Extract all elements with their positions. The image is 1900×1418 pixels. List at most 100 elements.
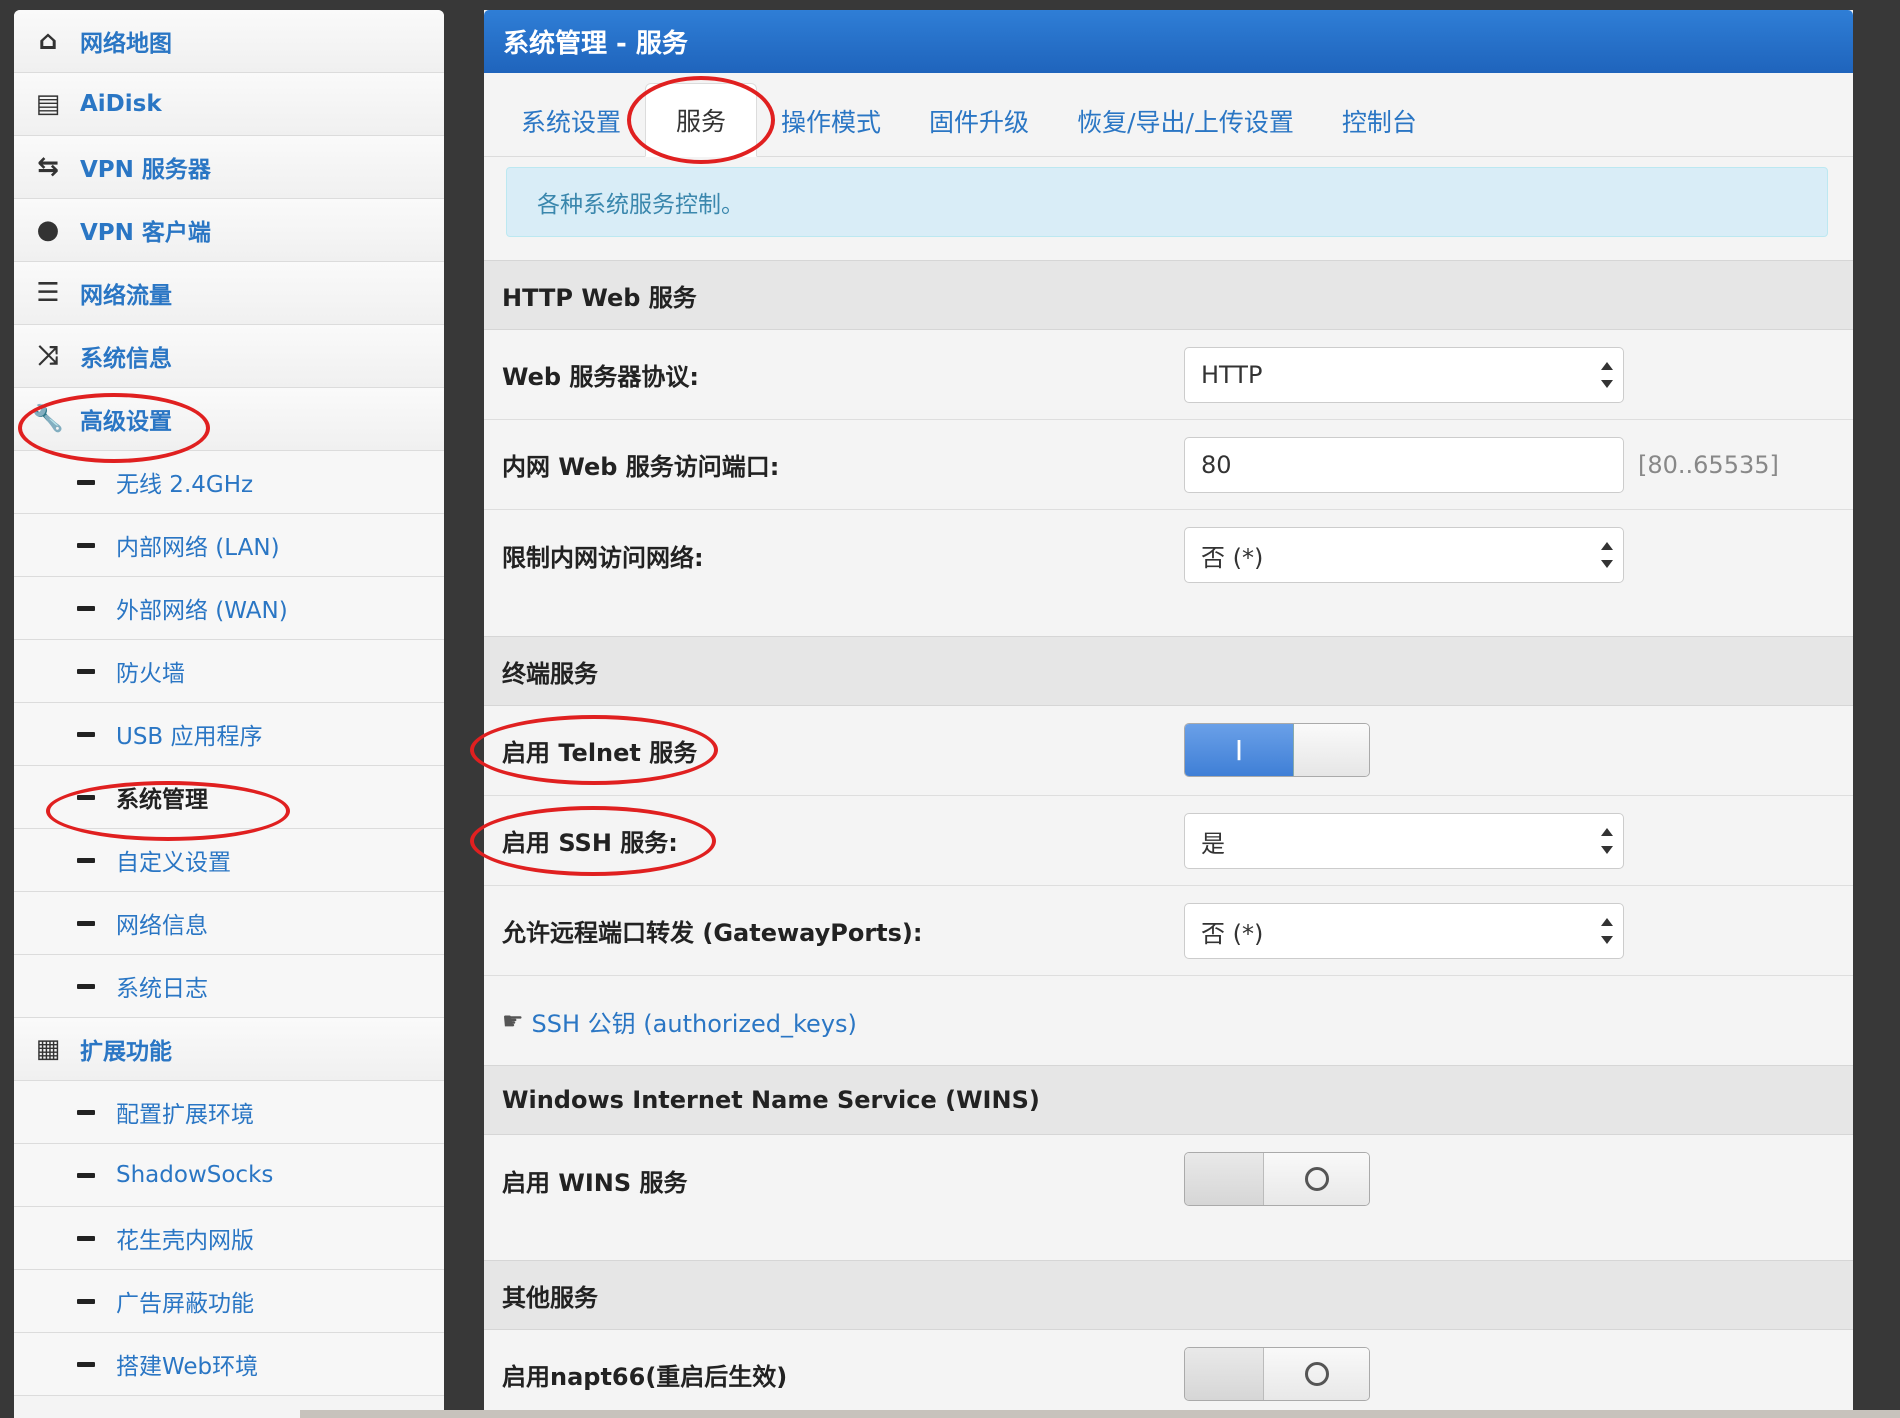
nav-item-8[interactable]: 内部网络 (LAN) [14,514,444,577]
nav-item-20[interactable]: 广告屏蔽功能 [14,1270,444,1333]
gateway-ports-select[interactable]: 否 (*) [1184,903,1624,959]
tab-4[interactable]: 恢复/导出/上传设置 [1053,86,1318,156]
nav-item-label: 防火墙 [116,661,185,687]
napt66-toggle[interactable] [1184,1347,1370,1401]
tab-1[interactable]: 服务 [645,83,758,157]
web-protocol-select[interactable]: HTTP [1184,347,1624,403]
nav-item-3[interactable]: ● VPN 客户端 [14,199,444,262]
napt66-label: 启用napt66(重启后生效) [502,1363,788,1391]
nav-item-14[interactable]: 网络信息 [14,892,444,955]
row-ssh-keys: ☛ SSH 公钥 (authorized_keys) [484,976,1853,1066]
row-ssh: 启用 SSH 服务: 是 [484,796,1853,886]
web-port-input[interactable]: 80 [1184,437,1624,493]
nav-item-label: 内部网络 (LAN) [116,535,280,561]
wrench-icon: 🔧 [31,404,65,434]
info-banner: 各种系统服务控制。 [506,167,1828,237]
dash-icon [77,920,95,926]
shuffle-icon: ⤨ [37,340,59,371]
tab-2[interactable]: 操作模式 [757,86,905,156]
nav-item-label: 系统信息 [80,346,172,372]
wins-label: 启用 WINS 服务 [502,1168,688,1197]
nav-item-9[interactable]: 外部网络 (WAN) [14,577,444,640]
ssh-label: 启用 SSH 服务: [502,829,678,857]
nav-item-label: 高级设置 [80,409,172,435]
dash-icon [77,1298,95,1304]
dash-icon [77,668,95,674]
nav-item-2[interactable]: ⇆ VPN 服务器 [14,136,444,199]
list-icon: ☰ [36,278,60,308]
nav-item-16[interactable]: ▦ 扩展功能 [14,1018,444,1081]
restrict-lan-value: 否 (*) [1201,543,1264,572]
swap-icon: ⇆ [37,152,59,182]
window-bottom-strip [300,1410,1900,1418]
main-panel: 系统管理 - 服务 系统设置 服务 操作模式 固件升级 恢复/导出/上传设置 控制台 各种… [484,10,1853,1418]
nav-item-11[interactable]: USB 应用程序 [14,703,444,766]
nav-item-13[interactable]: 自定义设置 [14,829,444,892]
ssh-keys-link-label: SSH 公钥 (authorized_keys) [531,1009,857,1038]
toggle-knob [1294,724,1369,776]
web-port-label: 内网 Web 服务访问端口: [502,453,780,481]
tab-5[interactable]: 控制台 [1318,86,1441,156]
nav-item-label: 网络地图 [80,31,172,57]
row-wins: 启用 WINS 服务 [484,1135,1853,1261]
nav-item-label: VPN 客户端 [80,220,211,246]
section-wins-title: Windows Internet Name Service (WINS) [484,1065,1853,1135]
sidebar-nav: ⌂ 网络地图 ▤ AiDisk ⇆ VPN 服务器 ● VPN 客户端 ☰ 网络流量 ⤨ 系统信息 🔧 高… [14,10,444,1418]
row-napt66: 启用napt66(重启后生效) [484,1330,1853,1418]
tab-0[interactable]: 系统设置 [497,86,645,156]
globe-icon: ● [36,215,60,245]
nav-item-19[interactable]: 花生壳内网版 [14,1207,444,1270]
ssh-select[interactable]: 是 [1184,813,1624,869]
ssh-keys-link[interactable]: ☛ SSH 公钥 (authorized_keys) [502,976,857,1066]
select-arrows-icon [1601,916,1613,946]
nav-item-6[interactable]: 🔧 高级设置 [14,388,444,451]
toggle-knob [1185,1153,1264,1205]
telnet-toggle[interactable]: I [1184,723,1370,777]
nav-item-18[interactable]: ShadowSocks [14,1144,444,1207]
nav-item-1[interactable]: ▤ AiDisk [14,73,444,136]
restrict-lan-select[interactable]: 否 (*) [1184,527,1624,583]
hand-pointer-icon: ☛ [502,1007,524,1035]
dash-icon [77,794,95,800]
gateway-ports-label: 允许远程端口转发 (GatewayPorts): [502,919,923,947]
nav-item-0[interactable]: ⌂ 网络地图 [14,10,444,73]
web-protocol-label: Web 服务器协议: [502,363,700,391]
wins-toggle[interactable] [1184,1152,1370,1206]
nav-item-17[interactable]: 配置扩展环境 [14,1081,444,1144]
nav-item-label: 配置扩展环境 [116,1102,254,1128]
row-gateway-ports: 允许远程端口转发 (GatewayPorts): 否 (*) [484,886,1853,976]
nav-item-label: 无线 2.4GHz [116,472,254,498]
nav-item-label: 搭建Web环境 [116,1354,259,1380]
tab-bar: 系统设置 服务 操作模式 固件升级 恢复/导出/上传设置 控制台 [484,73,1853,157]
select-arrows-icon [1601,360,1613,390]
dash-icon [77,1235,95,1241]
nav-item-15[interactable]: 系统日志 [14,955,444,1018]
toggle-off-indicator [1264,1348,1369,1400]
row-telnet: 启用 Telnet 服务 I [484,706,1853,796]
web-port-range-hint: [80..65535] [1638,450,1779,479]
nav-item-4[interactable]: ☰ 网络流量 [14,262,444,325]
circle-off-icon [1304,1362,1329,1386]
ssh-value: 是 [1201,829,1225,858]
home-icon: ⌂ [38,26,58,56]
row-web-port: 内网 Web 服务访问端口: 80 [80..65535] [484,420,1853,510]
tab-3[interactable]: 固件升级 [905,86,1053,156]
nav-item-12[interactable]: 系统管理 [14,766,444,829]
nav-item-7[interactable]: 无线 2.4GHz [14,451,444,514]
nav-item-label: VPN 服务器 [80,157,211,183]
grid-icon: ▦ [35,1034,61,1064]
dash-icon [77,983,95,989]
nav-item-label: 自定义设置 [116,850,231,876]
nav-item-label: 网络信息 [116,913,208,939]
nav-item-label: 外部网络 (WAN) [116,598,288,624]
nav-item-10[interactable]: 防火墙 [14,640,444,703]
nav-item-5[interactable]: ⤨ 系统信息 [14,325,444,388]
dash-icon [77,857,95,863]
dash-icon [77,479,95,485]
restrict-lan-label: 限制内网访问网络: [502,543,704,572]
nav-item-21[interactable]: 搭建Web环境 [14,1333,444,1396]
select-arrows-icon [1601,826,1613,856]
toggle-knob [1185,1348,1264,1400]
toggle-off-indicator [1264,1153,1369,1205]
dash-icon [77,1109,95,1115]
